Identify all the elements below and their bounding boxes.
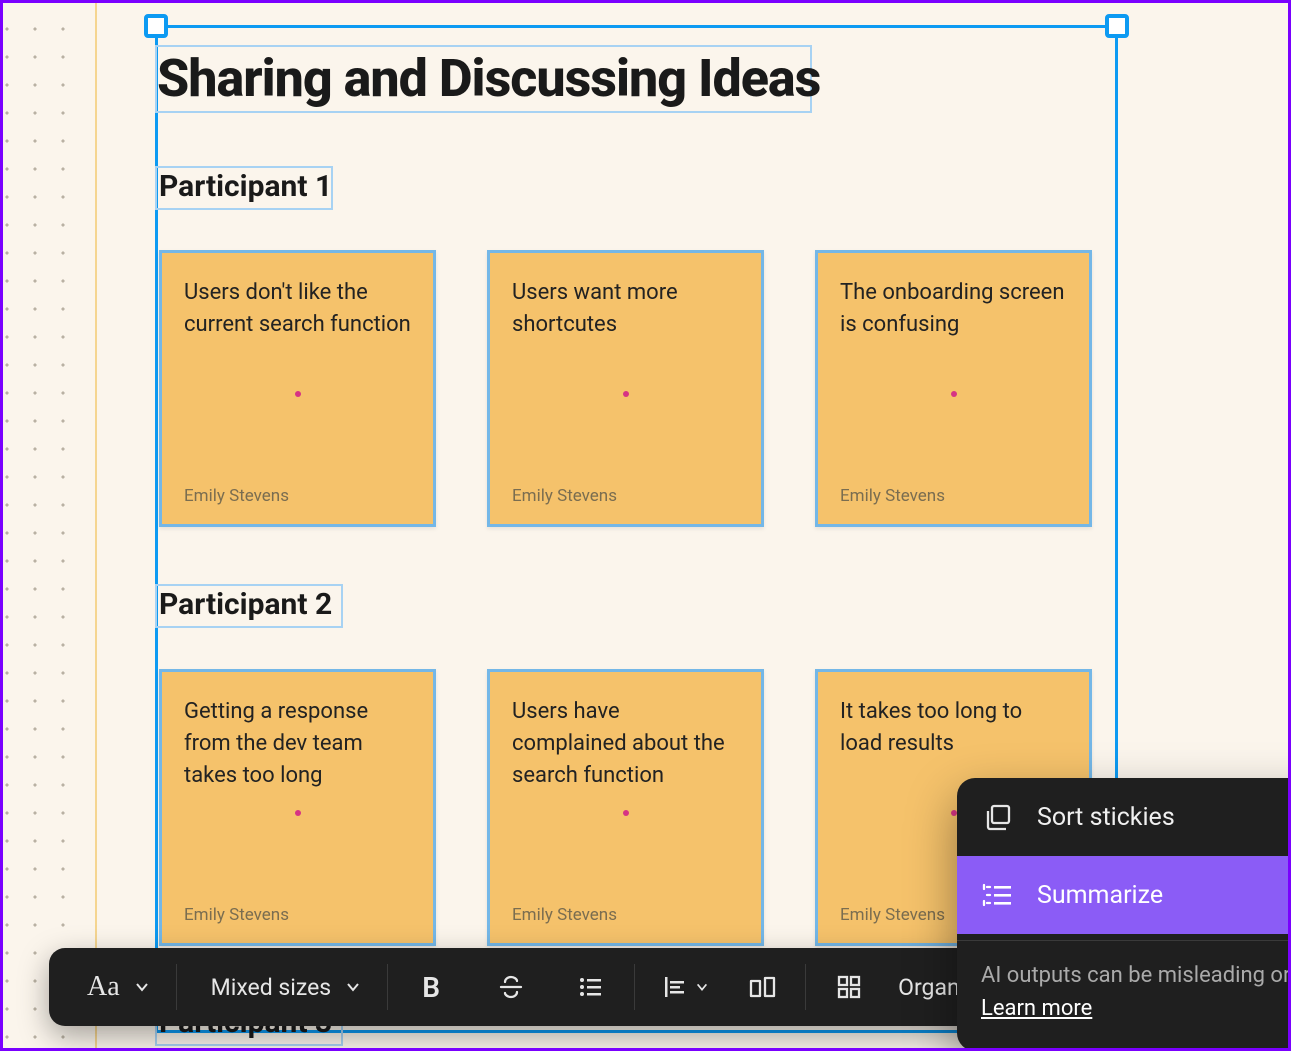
sticky-center-dot bbox=[623, 391, 629, 397]
sticky-note[interactable]: Users don't like the current search func… bbox=[159, 250, 436, 527]
sticky-center-dot bbox=[295, 391, 301, 397]
sticky-center-dot bbox=[951, 391, 957, 397]
menu-footer: AI outputs can be misleading or wrong. L… bbox=[957, 941, 1291, 1051]
sticky-note[interactable]: Users want more shortcutes Emily Stevens bbox=[487, 250, 764, 527]
stack-icon bbox=[981, 800, 1015, 834]
vertical-guide bbox=[95, 3, 97, 1048]
section-heading-1[interactable]: Participant 1 bbox=[159, 169, 332, 204]
font-size-button[interactable]: Mixed sizes bbox=[195, 962, 370, 1012]
sticky-text: It takes too long to load results bbox=[840, 696, 1067, 760]
chevron-down-icon bbox=[345, 979, 361, 995]
page-title[interactable]: Sharing and Discussing Ideas bbox=[157, 50, 820, 107]
tidy-icon bbox=[746, 972, 778, 1002]
selection-handle-top-left[interactable] bbox=[144, 14, 168, 38]
list-plus-icon bbox=[981, 878, 1015, 912]
sticky-center-dot bbox=[623, 810, 629, 816]
strikethrough-button[interactable] bbox=[486, 962, 536, 1012]
format-toolbar: Aa Mixed sizes B bbox=[49, 948, 1049, 1026]
grid-icon bbox=[834, 972, 864, 1002]
sticky-author: Emily Stevens bbox=[840, 486, 1067, 506]
grid-button[interactable] bbox=[824, 962, 874, 1012]
strikethrough-icon bbox=[496, 972, 526, 1002]
sticky-center-dot bbox=[951, 810, 957, 816]
font-family-button[interactable]: Aa bbox=[71, 962, 158, 1012]
app-frame: Sharing and Discussing Ideas Participant… bbox=[0, 0, 1291, 1051]
chevron-down-icon bbox=[134, 979, 150, 995]
menu-item-label: Sort stickies bbox=[1037, 803, 1291, 832]
font-family-label: Aa bbox=[87, 971, 120, 1003]
align-button[interactable] bbox=[653, 962, 717, 1012]
bullet-list-button[interactable] bbox=[566, 962, 616, 1012]
sticky-note[interactable]: Users have complained about the search f… bbox=[487, 669, 764, 946]
menu-item-label: Summarize bbox=[1037, 881, 1291, 910]
sticky-author: Emily Stevens bbox=[512, 486, 739, 506]
bold-icon: B bbox=[422, 971, 440, 1004]
sticky-text: Getting a response from the dev team tak… bbox=[184, 696, 411, 792]
menu-item-sort-stickies[interactable]: Sort stickies AI beta bbox=[957, 778, 1291, 856]
sticky-author: Emily Stevens bbox=[512, 905, 739, 925]
chevron-down-icon bbox=[695, 980, 709, 994]
sticky-author: Emily Stevens bbox=[184, 486, 411, 506]
menu-item-summarize[interactable]: Summarize AI beta bbox=[957, 856, 1291, 934]
sticky-note[interactable]: The onboarding screen is confusing Emily… bbox=[815, 250, 1092, 527]
sticky-text: Users don't like the current search func… bbox=[184, 277, 411, 341]
section-heading-2[interactable]: Participant 2 bbox=[159, 587, 332, 622]
sticky-author: Emily Stevens bbox=[184, 905, 411, 925]
bold-button[interactable]: B bbox=[406, 962, 456, 1012]
sticky-text: Users have complained about the search f… bbox=[512, 696, 739, 792]
sticky-center-dot bbox=[295, 810, 301, 816]
dot-grid-background bbox=[3, 3, 87, 1048]
sticky-note[interactable]: Getting a response from the dev team tak… bbox=[159, 669, 436, 946]
font-size-label: Mixed sizes bbox=[211, 974, 332, 1001]
menu-footer-text: AI outputs can be misleading or wrong. bbox=[981, 963, 1291, 988]
sticky-text: Users want more shortcutes bbox=[512, 277, 739, 341]
learn-more-link[interactable]: Learn more bbox=[981, 996, 1092, 1021]
canvas[interactable]: Sharing and Discussing Ideas Participant… bbox=[3, 3, 1288, 1048]
sticky-text: The onboarding screen is confusing bbox=[840, 277, 1067, 341]
align-left-icon bbox=[661, 973, 689, 1001]
bullet-list-icon bbox=[576, 972, 606, 1002]
organize-context-menu: Sort stickies AI beta Summarize AI beta … bbox=[957, 778, 1291, 1051]
selection-handle-top-right[interactable] bbox=[1105, 14, 1129, 38]
tidy-button[interactable] bbox=[737, 962, 787, 1012]
